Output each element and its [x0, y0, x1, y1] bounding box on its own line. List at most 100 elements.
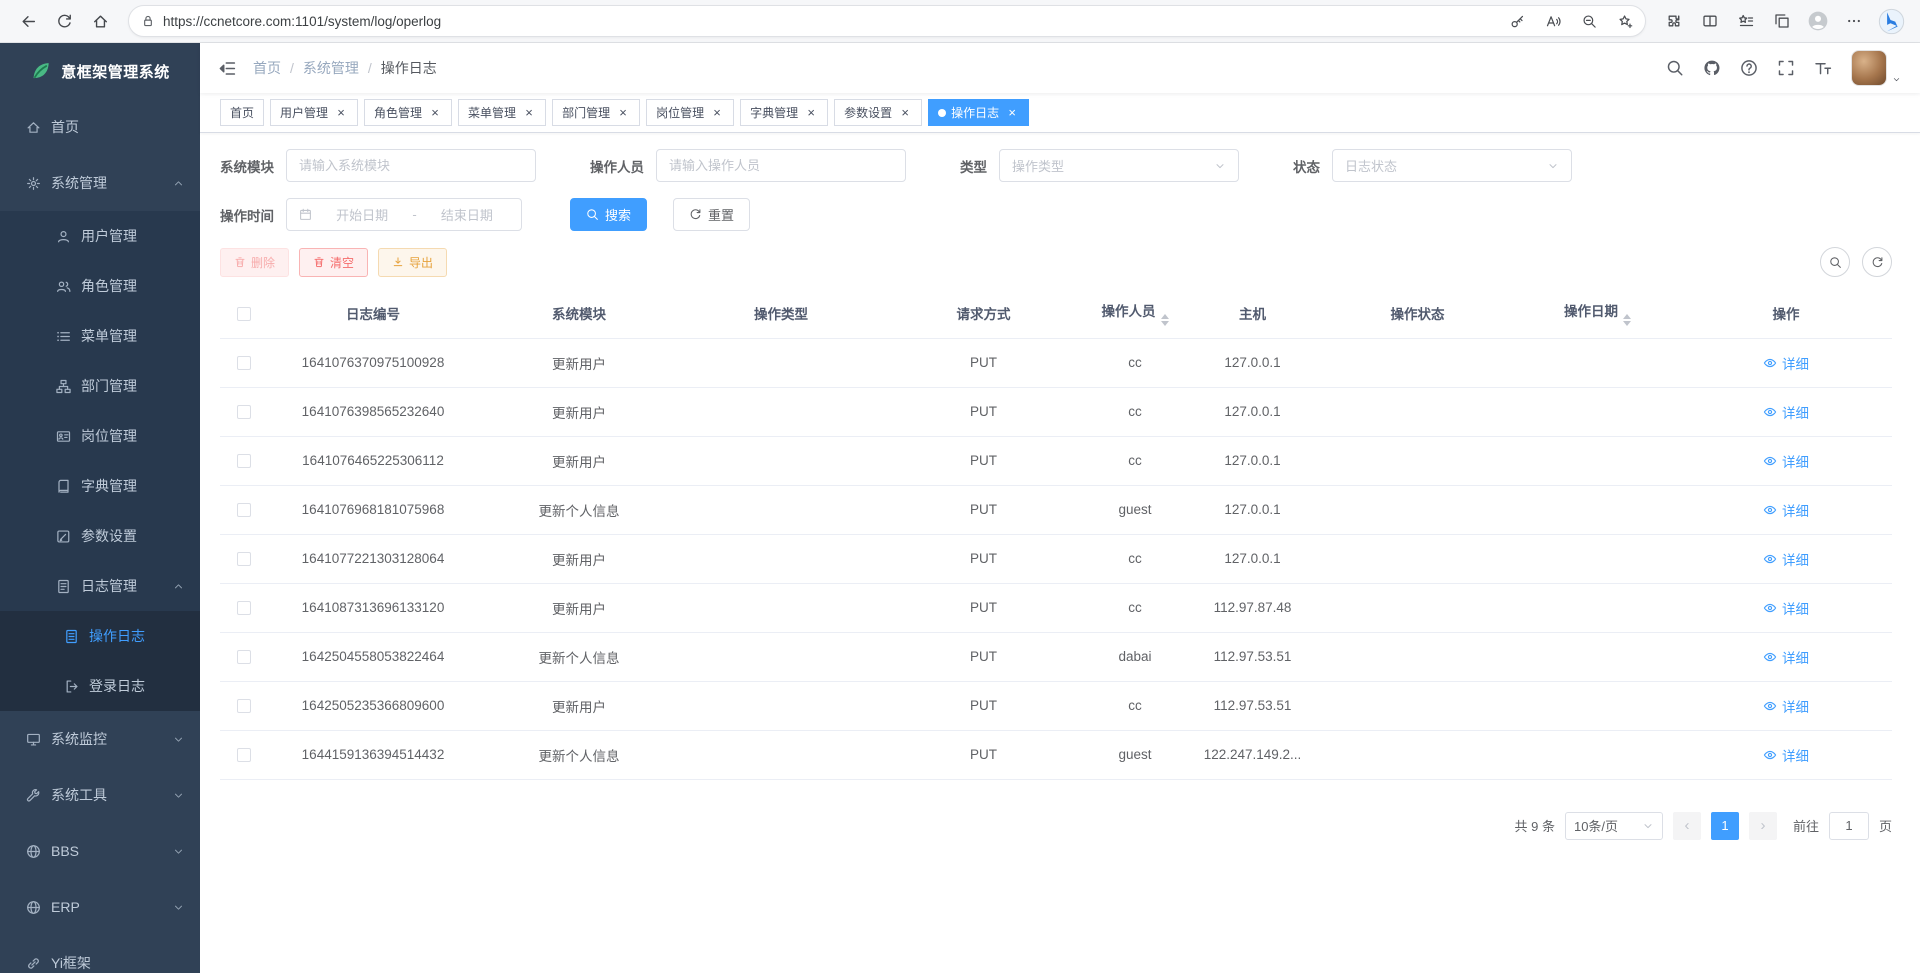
status-select[interactable]: 日志状态 [1332, 149, 1572, 182]
export-button[interactable]: 导出 [378, 248, 447, 277]
row-checkbox[interactable] [237, 748, 251, 762]
bing-copilot-button[interactable] [1874, 4, 1908, 38]
operator-input[interactable] [656, 149, 906, 182]
detail-link[interactable]: 详细 [1763, 696, 1809, 716]
type-select[interactable]: 操作类型 [999, 149, 1239, 182]
detail-link[interactable]: 详细 [1763, 647, 1809, 667]
sidebar-item-dept-management[interactable]: 部门管理 [0, 361, 200, 411]
sidebar-item-login-log[interactable]: 登录日志 [0, 661, 200, 711]
tab-menu-management[interactable]: 菜单管理× [458, 99, 546, 126]
row-checkbox[interactable] [237, 601, 251, 615]
sidebar-item-yi-framework[interactable]: Yi框架 [0, 935, 200, 973]
address-bar[interactable]: https://ccnetcore.com:1101/system/log/op… [128, 5, 1646, 37]
row-checkbox[interactable] [237, 552, 251, 566]
sidebar-item-dict-management[interactable]: 字典管理 [0, 461, 200, 511]
tab-home[interactable]: 首页 [220, 99, 264, 126]
row-checkbox[interactable] [237, 650, 251, 664]
sidebar-item-post-management[interactable]: 岗位管理 [0, 411, 200, 461]
fullscreen-button[interactable] [1777, 59, 1795, 77]
sort-icon[interactable] [1161, 314, 1169, 326]
sidebar-item-home[interactable]: 首页 [0, 99, 200, 155]
password-key-button[interactable] [1503, 7, 1531, 35]
sidebar-item-system-tools[interactable]: 系统工具 [0, 767, 200, 823]
user-menu[interactable] [1851, 50, 1902, 86]
sidebar-item-bbs[interactable]: BBS [0, 823, 200, 879]
breadcrumb-item[interactable]: 系统管理 [303, 58, 359, 78]
sidebar-item-log-management[interactable]: 日志管理 [0, 561, 200, 611]
sidebar-item-param-settings[interactable]: 参数设置 [0, 511, 200, 561]
sidebar-toggle-button[interactable] [218, 59, 237, 78]
refresh-table-button[interactable] [1862, 247, 1892, 277]
close-icon[interactable]: × [616, 106, 630, 120]
browser-more-button[interactable] [1838, 5, 1870, 37]
detail-link[interactable]: 详细 [1763, 500, 1809, 520]
collections-button[interactable] [1766, 5, 1798, 37]
detail-link[interactable]: 详细 [1763, 451, 1809, 471]
user-avatar[interactable] [1851, 50, 1887, 86]
extensions-button[interactable] [1658, 5, 1690, 37]
breadcrumb-item[interactable]: 首页 [253, 58, 281, 78]
detail-link[interactable]: 详细 [1763, 598, 1809, 618]
row-checkbox[interactable] [237, 503, 251, 517]
goto-page-input[interactable] [1829, 812, 1869, 840]
tab-post-management[interactable]: 岗位管理× [646, 99, 734, 126]
sidebar-item-operation-log[interactable]: 操作日志 [0, 611, 200, 661]
detail-link[interactable]: 详细 [1763, 353, 1809, 373]
tab-dict-management[interactable]: 字典管理× [740, 99, 828, 126]
close-icon[interactable]: × [710, 106, 724, 120]
page-number-1[interactable]: 1 [1711, 812, 1739, 840]
close-icon[interactable]: × [1005, 106, 1019, 120]
clear-button[interactable]: 清空 [299, 248, 368, 277]
module-input[interactable] [286, 149, 536, 182]
select-all-checkbox[interactable] [237, 307, 251, 321]
detail-link[interactable]: 详细 [1763, 402, 1809, 422]
close-icon[interactable]: × [428, 106, 442, 120]
row-checkbox[interactable] [237, 454, 251, 468]
sidebar-item-erp[interactable]: ERP [0, 879, 200, 935]
close-icon[interactable]: × [334, 106, 348, 120]
close-icon[interactable]: × [522, 106, 536, 120]
browser-home-button[interactable] [84, 5, 116, 37]
browser-refresh-button[interactable] [48, 5, 80, 37]
sidebar-item-user-management[interactable]: 用户管理 [0, 211, 200, 261]
add-favorite-button[interactable] [1611, 7, 1639, 35]
search-button[interactable]: 搜索 [570, 198, 647, 231]
favorites-button[interactable] [1730, 5, 1762, 37]
sort-icon[interactable] [1623, 314, 1631, 326]
zoom-button[interactable] [1575, 7, 1603, 35]
next-page-button[interactable]: › [1749, 812, 1777, 840]
sidebar-item-role-management[interactable]: 角色管理 [0, 261, 200, 311]
tab-role-management[interactable]: 角色管理× [364, 99, 452, 126]
detail-link[interactable]: 详细 [1763, 745, 1809, 765]
browser-back-button[interactable] [12, 5, 44, 37]
header-search-button[interactable] [1666, 59, 1684, 77]
read-aloud-button[interactable] [1539, 7, 1567, 35]
close-icon[interactable]: × [898, 106, 912, 120]
tab-dept-management[interactable]: 部门管理× [552, 99, 640, 126]
column-header-operator[interactable]: 操作人员 [1085, 289, 1185, 338]
prev-page-button[interactable]: ‹ [1673, 812, 1701, 840]
delete-button[interactable]: 删除 [220, 248, 289, 277]
reset-button[interactable]: 重置 [673, 198, 750, 231]
row-checkbox[interactable] [237, 356, 251, 370]
sidebar-item-system-management[interactable]: 系统管理 [0, 155, 200, 211]
date-range-picker[interactable]: 开始日期 - 结束日期 [286, 198, 522, 231]
detail-link[interactable]: 详细 [1763, 549, 1809, 569]
browser-profile-button[interactable] [1802, 5, 1834, 37]
page-size-select[interactable]: 10条/页 [1565, 812, 1663, 840]
tab-operation-log[interactable]: 操作日志× [928, 99, 1029, 126]
github-button[interactable] [1703, 59, 1721, 77]
help-button[interactable] [1740, 59, 1758, 77]
font-size-button[interactable] [1814, 59, 1832, 77]
column-header-date[interactable]: 操作日期 [1515, 289, 1680, 338]
sidebar-item-system-monitor[interactable]: 系统监控 [0, 711, 200, 767]
row-checkbox[interactable] [237, 699, 251, 713]
close-icon[interactable]: × [804, 106, 818, 120]
row-checkbox[interactable] [237, 405, 251, 419]
tab-param-settings[interactable]: 参数设置× [834, 99, 922, 126]
sidebar-item-menu-management[interactable]: 菜单管理 [0, 311, 200, 361]
split-screen-button[interactable] [1694, 5, 1726, 37]
cell-operator: guest [1085, 730, 1185, 779]
toggle-search-button[interactable] [1820, 247, 1850, 277]
tab-user-management[interactable]: 用户管理× [270, 99, 358, 126]
